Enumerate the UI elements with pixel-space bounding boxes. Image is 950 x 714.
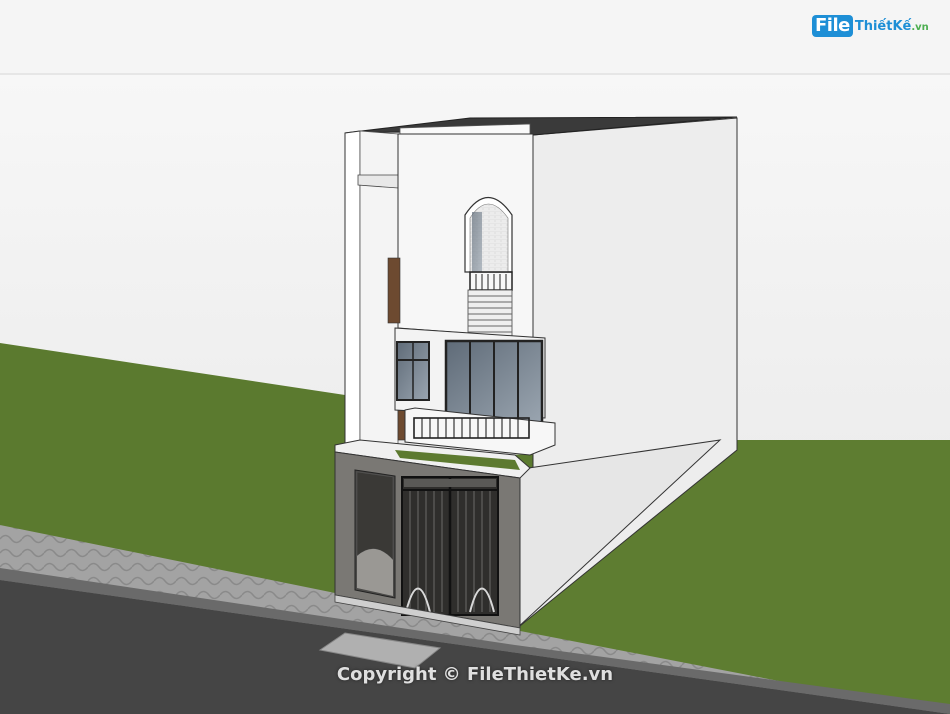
- top-band: [0, 0, 950, 74]
- logo-name: ThiếtKế: [854, 18, 912, 34]
- house-render-scene: [0, 0, 950, 714]
- logo-badge: File: [812, 15, 853, 37]
- copyright-watermark: Copyright © FileThietKe.vn: [336, 664, 614, 685]
- site-logo[interactable]: File ThiếtKế.vn: [812, 12, 929, 40]
- logo-text: ThiếtKế.vn: [855, 19, 929, 34]
- wood-screen-upper: [387, 257, 401, 324]
- logo-suffix: .vn: [911, 21, 929, 33]
- louvers: [467, 289, 513, 337]
